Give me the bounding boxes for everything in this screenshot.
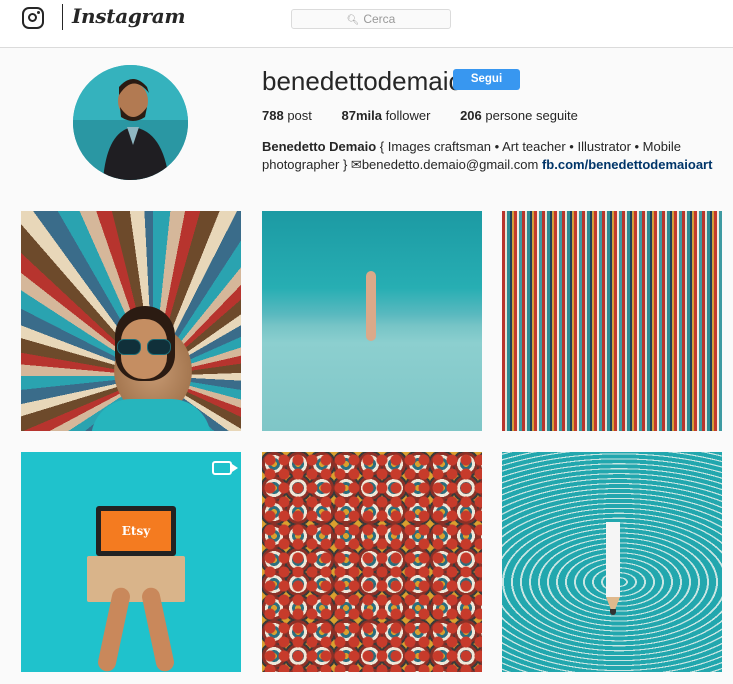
video-icon (212, 461, 238, 475)
post-1-sunglasses (117, 339, 171, 355)
bio-full-name: Benedetto Demaio (262, 139, 377, 154)
post-thumbnail-1[interactable] (21, 211, 241, 431)
post-thumbnail-3[interactable] (502, 211, 722, 431)
post-2-swimmer (366, 271, 376, 341)
following-count-label: persone seguite (485, 108, 578, 123)
post-4-laptop: Etsy (96, 506, 176, 556)
instagram-wordmark-logo[interactable]: Instagram (72, 4, 186, 28)
post-4-laptop-screen: Etsy (101, 511, 171, 551)
post-thumbnail-4[interactable]: Etsy (21, 452, 241, 672)
post-thumbnail-5[interactable] (262, 452, 482, 672)
follow-button[interactable]: Segui (453, 69, 520, 90)
post-6-pencil (606, 522, 620, 615)
profile-bio: Benedetto Demaio { Images craftsman • Ar… (262, 138, 722, 174)
top-navigation-bar: Instagram 🔍︎ Cerca (0, 0, 733, 48)
search-input[interactable]: 🔍︎ Cerca (291, 9, 451, 29)
header-divider (62, 4, 63, 30)
followers-count[interactable]: 87mila follower (342, 108, 431, 123)
profile-username: benedettodemaio (262, 66, 463, 96)
post-4-keyboard (87, 556, 185, 602)
posts-count: 788 post (262, 108, 312, 123)
following-count-value: 206 (460, 108, 482, 123)
bio-external-link[interactable]: fb.com/benedettodemaioart (542, 157, 712, 172)
post-thumbnail-6[interactable] (502, 452, 722, 672)
followers-count-value: 87mila (341, 108, 383, 123)
posts-count-label: post (287, 108, 312, 123)
instagram-camera-icon[interactable] (22, 7, 44, 29)
posts-count-value: 788 (262, 108, 284, 123)
search-icon: 🔍︎ (346, 15, 360, 26)
post-1-shirt (91, 399, 211, 431)
profile-avatar[interactable] (73, 65, 188, 180)
search-placeholder: Cerca (363, 12, 396, 26)
followers-count-label: follower (385, 108, 431, 123)
post-thumbnail-2[interactable] (262, 211, 482, 431)
bio-email: ✉benedetto.demaio@gmail.com (350, 157, 539, 172)
profile-stats: 788 post 87mila follower 206 persone seg… (262, 108, 604, 123)
following-count[interactable]: 206 persone seguite (460, 108, 578, 123)
